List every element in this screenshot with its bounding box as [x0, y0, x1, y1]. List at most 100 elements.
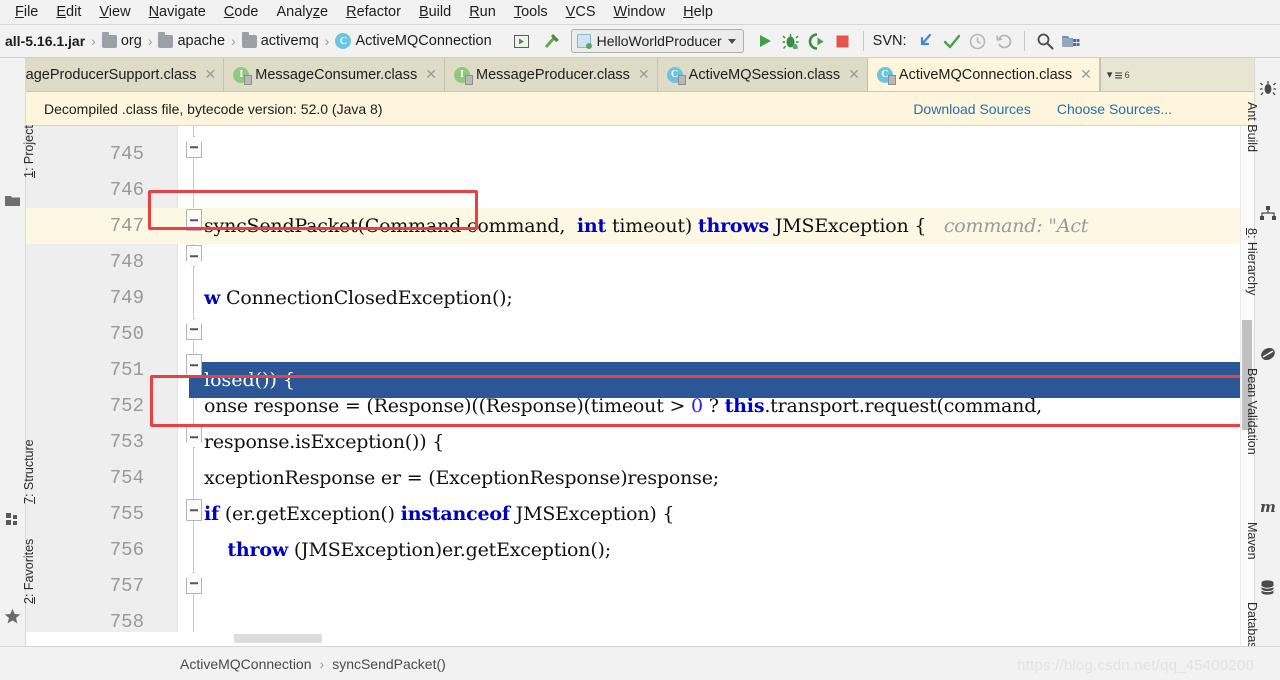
status-bar: ActiveMQConnection › syncSendPacket() ht… [0, 646, 1280, 680]
choose-sources-link[interactable]: Choose Sources... [1057, 101, 1172, 117]
code-line-750[interactable]: 750 [26, 316, 1254, 352]
run-button[interactable] [752, 29, 778, 53]
editor-tab-messageproducer-class[interactable]: I MessageProducer.class ✕ [445, 58, 658, 91]
close-icon[interactable]: ✕ [1080, 66, 1092, 83]
editor-tab-activemqconnection-class[interactable]: C ActiveMQConnection.class ✕ [867, 58, 1100, 91]
code-token: throws [697, 215, 770, 237]
menu-item-edit[interactable]: Edit [47, 1, 90, 23]
breadcrumb-item-apache[interactable]: apache [155, 31, 228, 49]
breadcrumb-item-activemq[interactable]: activemq [239, 31, 322, 49]
preview-icon[interactable] [509, 29, 535, 53]
menu-item-navigate[interactable]: Navigate [140, 1, 215, 23]
code-text: if (er.getException() instanceof JMSExce… [204, 503, 675, 525]
code-line-749[interactable]: 749 w ConnectionClosedException(); [26, 280, 1254, 316]
editor-tab-messageproducersupport-class[interactable]: MessageProducerSupport.class ✕ [0, 58, 225, 91]
svn-update-button[interactable] [913, 29, 939, 53]
code-token: 0 [691, 395, 703, 417]
maven-icon[interactable]: m [1260, 498, 1276, 516]
close-icon[interactable]: ✕ [425, 66, 437, 83]
menu-item-help[interactable]: Help [674, 1, 722, 23]
menu-item-view[interactable]: View [90, 1, 139, 23]
fold-marker-751[interactable] [186, 354, 202, 376]
menu-bar: File Edit View Navigate Code Analyze Refactor B… [0, 0, 1280, 25]
sidebar-item-favorites[interactable]: 2: Favorites [19, 537, 39, 606]
sidebar-item-maven[interactable]: Maven [1242, 520, 1262, 562]
code-token: response.isException()) { [204, 431, 445, 453]
menu-item-code[interactable]: Code [215, 1, 268, 23]
main-toolbar: all-5.16.1.jar › org › apache › activemq › C Acti… [0, 25, 1280, 58]
code-line-747[interactable]: 747 syncSendPacket(Command command, int t… [26, 208, 1254, 244]
editor-tab-activemqsession-class[interactable]: C ActiveMQSession.class ✕ [657, 58, 868, 91]
run-with-coverage-button[interactable] [804, 29, 830, 53]
code-line-754[interactable]: 754 xceptionResponse er = (ExceptionRespo… [26, 460, 1254, 496]
line-number: 756 [109, 539, 144, 561]
search-icon[interactable] [1032, 29, 1058, 53]
status-breadcrumb-method[interactable]: syncSendPacket() [332, 656, 446, 672]
svn-rollback-button[interactable] [991, 29, 1017, 53]
menu-item-window[interactable]: Window [605, 1, 675, 23]
code-line-753[interactable]: 753 response.isException()) { [26, 424, 1254, 460]
class-icon: C [666, 66, 686, 85]
code-line-755[interactable]: 755 if (er.getException() instanceof JMSE… [26, 496, 1254, 532]
hammer-build-icon[interactable] [539, 29, 565, 53]
fold-marker-755[interactable] [186, 499, 202, 521]
editor-horizontal-scrollbar[interactable] [26, 632, 1240, 646]
svn-commit-button[interactable] [939, 29, 965, 53]
menu-item-file[interactable]: File [6, 1, 47, 23]
code-token: instanceof [400, 503, 510, 525]
project-structure-icon[interactable] [1058, 29, 1084, 53]
download-sources-link[interactable]: Download Sources [913, 101, 1031, 117]
close-icon[interactable]: ✕ [848, 66, 860, 83]
hierarchy-icon[interactable] [1260, 206, 1276, 220]
breadcrumb-label: org [120, 33, 142, 49]
sidebar-item-project[interactable]: 1: Project [19, 123, 39, 180]
editor-tab-label: MessageConsumer.class [255, 66, 418, 83]
folder-icon[interactable] [5, 194, 21, 207]
sidebar-item-bean-validation[interactable]: Bean Validation [1242, 366, 1262, 457]
code-editor[interactable]: 745 746 747 syncSendPacket(Command command,… [26, 126, 1254, 646]
menu-item-refactor[interactable]: Refactor [337, 1, 410, 23]
breadcrumb-item-org[interactable]: org [99, 31, 145, 49]
sidebar-item-ant-build[interactable]: Ant Build [1242, 100, 1262, 154]
menu-item-vcs[interactable]: VCS [557, 1, 605, 23]
line-number: 755 [109, 503, 144, 525]
folder-icon [158, 31, 174, 48]
sidebar-item-structure[interactable]: 7: Structure [19, 437, 39, 506]
folder-icon [101, 31, 117, 48]
code-token: .transport.request(command, [764, 395, 1043, 417]
run-configuration-selector[interactable]: HelloWorldProducer [570, 29, 744, 53]
close-icon[interactable]: ✕ [638, 66, 650, 83]
menu-item-build[interactable]: Build [410, 1, 460, 23]
svn-history-button[interactable] [965, 29, 991, 53]
tab-list-overflow-button[interactable]: ▾ ≡ 6 [1099, 58, 1136, 91]
debug-button[interactable] [778, 29, 804, 53]
line-number: 746 [109, 179, 144, 201]
star-icon[interactable] [4, 608, 21, 625]
code-line-756[interactable]: 756 throw (JMSException)er.getException(… [26, 532, 1254, 568]
status-breadcrumb-separator: › [319, 655, 325, 672]
sidebar-item-hierarchy[interactable]: 8: Hierarchy [1242, 226, 1262, 297]
menu-item-analyze[interactable]: Analyze [268, 1, 338, 23]
stop-button[interactable] [830, 29, 856, 53]
breadcrumb-item-activemqconnection[interactable]: C ActiveMQConnection [332, 33, 494, 49]
menu-item-tools[interactable]: Tools [505, 1, 557, 23]
editor-tab-label: ActiveMQConnection.class [898, 66, 1073, 83]
horizontal-scroll-thumb[interactable] [234, 634, 322, 643]
bean-icon[interactable] [1260, 346, 1276, 362]
fold-marker-747[interactable] [186, 209, 202, 231]
status-breadcrumb-class[interactable]: ActiveMQConnection [180, 656, 312, 672]
code-line-748[interactable]: 748 [26, 244, 1254, 280]
line-number: 749 [109, 287, 144, 309]
editor-tab-messageconsumer-class[interactable]: I MessageConsumer.class ✕ [224, 58, 445, 91]
database-icon[interactable] [1260, 580, 1275, 595]
close-icon[interactable]: ✕ [205, 66, 217, 83]
structure-icon[interactable] [6, 513, 19, 526]
breadcrumb-item-all-5-16-1-jar[interactable]: all-5.16.1.jar [2, 33, 88, 49]
code-line-746[interactable]: 746 [26, 172, 1254, 208]
code-line-757[interactable]: 757 [26, 568, 1254, 604]
ant-icon[interactable] [1260, 80, 1276, 96]
menu-item-run[interactable]: Run [460, 1, 505, 23]
code-line-745[interactable]: 745 [26, 136, 1254, 172]
line-number: 753 [109, 431, 144, 453]
code-token: this [724, 395, 765, 417]
